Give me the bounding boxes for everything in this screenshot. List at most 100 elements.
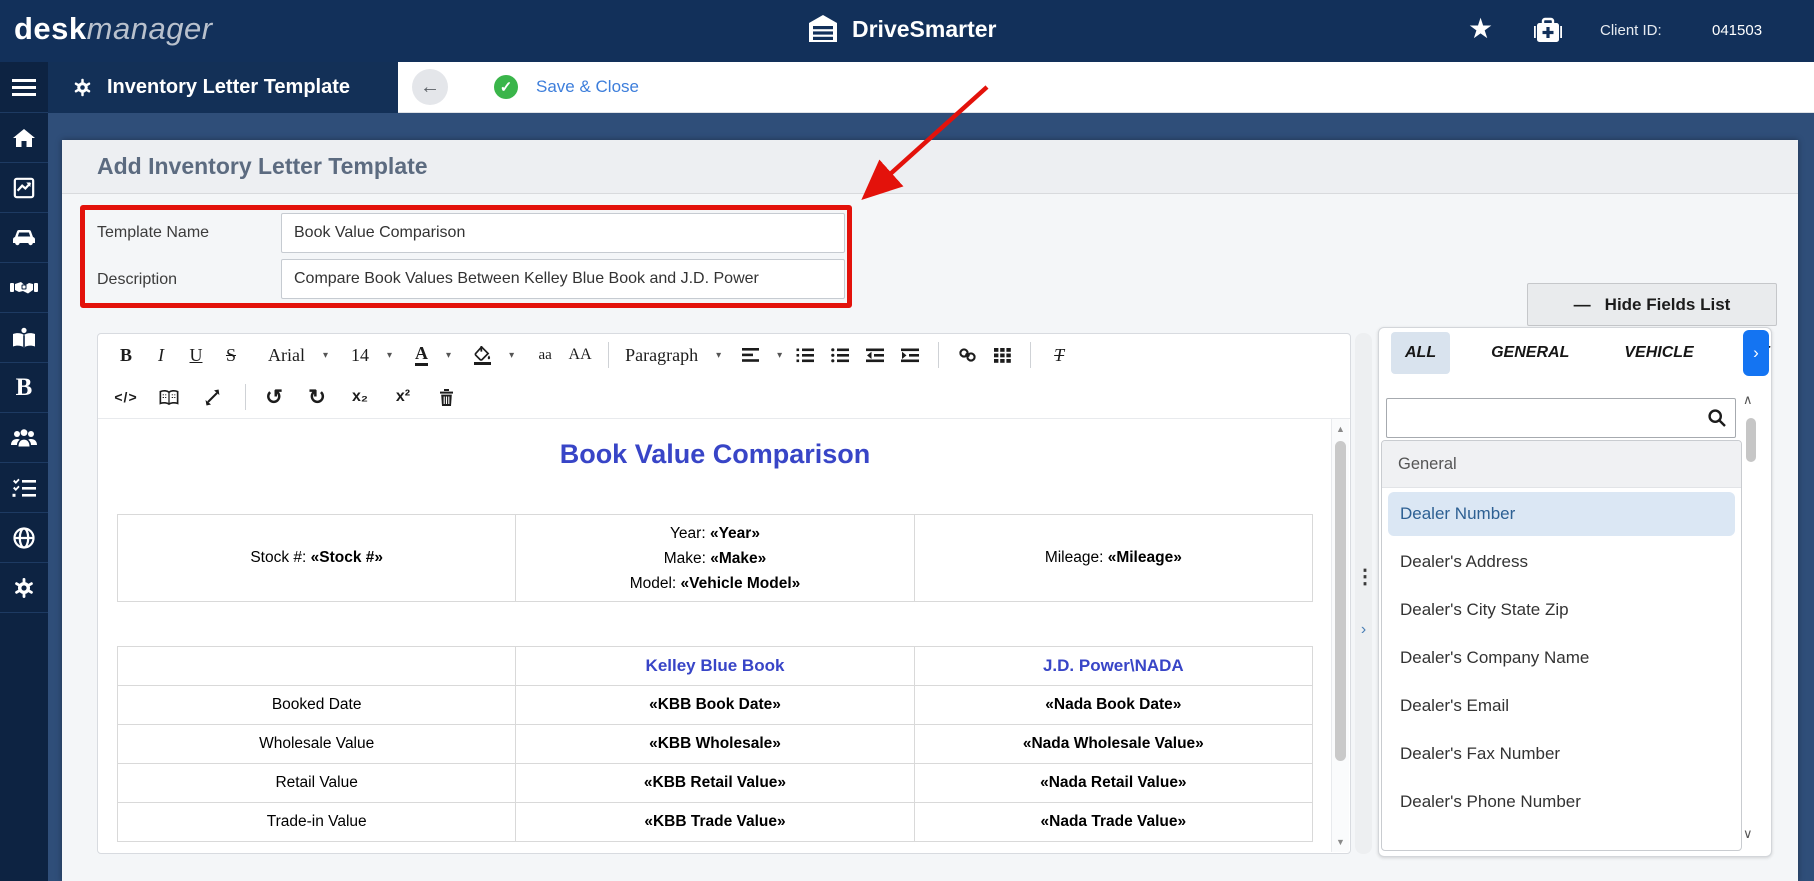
sidebar-item-inventory[interactable] xyxy=(0,213,48,263)
highlight-color-dropdown[interactable]: ▾ xyxy=(474,345,514,365)
toolbar-separator xyxy=(608,342,610,368)
merge-field: «Vehicle Model» xyxy=(680,574,801,592)
sidebar-item-tasks[interactable] xyxy=(0,463,48,513)
hamburger-menu-icon[interactable] xyxy=(0,62,48,113)
fields-scroll-up-icon[interactable]: ∧ xyxy=(1743,392,1753,408)
redo-button[interactable]: ↻ xyxy=(305,382,329,412)
template-name-input[interactable] xyxy=(281,213,845,253)
fields-scrollbar-thumb[interactable] xyxy=(1746,418,1756,462)
delete-trash-button[interactable] xyxy=(434,382,458,412)
tab-general[interactable]: GENERAL xyxy=(1477,332,1583,374)
app-name: DriveSmarter xyxy=(806,13,996,45)
sidebar-item-web[interactable] xyxy=(0,513,48,563)
merge-field: «Make» xyxy=(710,549,767,567)
italic-button[interactable]: I xyxy=(149,340,173,370)
fields-scroll-down-icon[interactable]: ∨ xyxy=(1743,826,1753,842)
sidebar-item-reports[interactable] xyxy=(0,163,48,213)
rich-text-editor: B I U S Arial ▾ 14 ▾ A ▾ ▾ aa AA Paragraph ▾… xyxy=(97,333,1351,854)
panel-resize-gutter[interactable]: ⋮ › xyxy=(1355,333,1375,854)
clear-formatting-button[interactable]: T xyxy=(1047,340,1071,370)
table-row: Booked Date «KBB Book Date» «Nada Book D… xyxy=(116,685,1314,725)
screen: deskmanager DriveSmarter ★ Client ID: 04… xyxy=(0,0,1814,881)
lowercase-button[interactable]: aa xyxy=(533,340,557,370)
strikethrough-button[interactable]: S xyxy=(219,340,243,370)
chevron-down-icon: ▾ xyxy=(387,349,393,361)
client-id-value: 041503 xyxy=(1712,22,1763,39)
template-name-label: Template Name xyxy=(97,224,210,241)
uppercase-button[interactable]: AA xyxy=(568,340,592,370)
favorites-star-icon[interactable]: ★ xyxy=(1468,12,1493,46)
client-id-label: Client ID: xyxy=(1600,22,1662,39)
field-item-dealers-fax-number[interactable]: Dealer's Fax Number xyxy=(1388,732,1735,776)
bullet-list-button[interactable] xyxy=(828,340,852,370)
page-title: Add Inventory Letter Template xyxy=(97,153,428,179)
back-button[interactable]: ← xyxy=(412,69,448,105)
drag-handle-icon[interactable]: ⋮ xyxy=(1355,567,1375,587)
sidebar-item-customers[interactable] xyxy=(0,413,48,463)
page-tab: Inventory Letter Template xyxy=(48,62,398,113)
search-icon[interactable] xyxy=(1707,408,1727,428)
merge-field: «Nada Book Date» xyxy=(913,685,1314,725)
field-item-dealers-email[interactable]: Dealer's Email xyxy=(1388,684,1735,728)
gear-icon xyxy=(72,77,93,98)
scroll-down-icon[interactable]: ▼ xyxy=(1332,837,1349,847)
align-left-icon xyxy=(742,348,760,362)
indent-button[interactable] xyxy=(898,340,922,370)
merge-field: «KBB Wholesale» xyxy=(515,724,915,764)
editor-scrollbar[interactable]: ▲ ▼ xyxy=(1331,419,1349,852)
chevron-down-icon: ▾ xyxy=(446,349,452,361)
superscript-button[interactable]: x² xyxy=(391,382,415,412)
field-item-dealers-address[interactable]: Dealer's Address xyxy=(1388,540,1735,584)
fullscreen-button[interactable] xyxy=(200,382,224,412)
fields-list-panel: ALL GENERAL VEHICLE VE › General Dealer … xyxy=(1378,327,1772,857)
undo-button[interactable]: ↺ xyxy=(262,382,286,412)
field-item-dealers-city-state-zip[interactable]: Dealer's City State Zip xyxy=(1388,588,1735,632)
table-header-row: Kelley Blue Book J.D. Power\NADA xyxy=(116,646,1314,686)
field-item-dealers-phone-number[interactable]: Dealer's Phone Number xyxy=(1388,780,1735,824)
code-view-button[interactable]: </> xyxy=(114,382,138,412)
spellcheck-book-button[interactable] xyxy=(157,382,181,412)
scroll-up-icon[interactable]: ▲ xyxy=(1332,424,1349,434)
collapse-chevron-icon[interactable]: › xyxy=(1355,621,1372,639)
hide-fields-label: Hide Fields List xyxy=(1604,294,1731,314)
font-size-dropdown[interactable]: 14 ▾ xyxy=(351,345,392,366)
sidebar-item-brand-b[interactable]: B xyxy=(0,363,48,413)
support-medkit-icon[interactable] xyxy=(1532,15,1564,47)
description-input[interactable] xyxy=(281,259,845,299)
sidebar-item-deals[interactable] xyxy=(0,263,48,313)
mileage-cell: Mileage: «Mileage» xyxy=(913,514,1314,602)
brand-logo: deskmanager xyxy=(14,11,213,47)
save-close-button[interactable]: Save & Close xyxy=(536,77,639,97)
check-icon: ✓ xyxy=(494,75,518,99)
bold-button[interactable]: B xyxy=(114,340,138,370)
hide-fields-list-button[interactable]: — Hide Fields List xyxy=(1527,283,1777,326)
brand-desk: desk xyxy=(14,11,87,46)
table-row: Stock #: «Stock #» Year: «Year» Make: «M… xyxy=(116,514,1314,602)
outdent-button[interactable] xyxy=(863,340,887,370)
sidebar-item-home[interactable] xyxy=(0,113,48,163)
font-color-dropdown[interactable]: A ▾ xyxy=(415,344,451,366)
tab-all[interactable]: ALL xyxy=(1391,332,1451,374)
brand-manager: manager xyxy=(86,11,213,46)
editor-document[interactable]: Book Value Comparison Stock #: «Stock #»… xyxy=(99,419,1331,852)
car-icon xyxy=(11,227,37,249)
ordered-list-button[interactable] xyxy=(793,340,817,370)
tab-vehicle[interactable]: VEHICLE xyxy=(1610,332,1707,374)
handshake-icon xyxy=(10,278,38,298)
search-input[interactable] xyxy=(1387,399,1735,437)
insert-table-button[interactable] xyxy=(990,340,1014,370)
merge-field: «Nada Wholesale Value» xyxy=(913,724,1314,764)
tabs-next-arrow-button[interactable]: › xyxy=(1743,330,1769,376)
underline-button[interactable]: U xyxy=(184,340,208,370)
field-item-dealers-company-name[interactable]: Dealer's Company Name xyxy=(1388,636,1735,680)
sidebar-item-settings[interactable] xyxy=(0,563,48,613)
field-item-dealer-number[interactable]: Dealer Number xyxy=(1388,492,1735,536)
font-family-dropdown[interactable]: Arial ▾ xyxy=(268,345,328,366)
scrollbar-thumb[interactable] xyxy=(1335,441,1346,761)
sidebar-item-training[interactable] xyxy=(0,313,48,363)
subscript-button[interactable]: x₂ xyxy=(348,382,372,412)
insert-link-button[interactable] xyxy=(955,340,979,370)
paragraph-format-dropdown[interactable]: Paragraph ▾ xyxy=(625,345,721,366)
field-group-header: General xyxy=(1382,441,1741,488)
align-dropdown[interactable]: ▾ xyxy=(742,348,782,362)
